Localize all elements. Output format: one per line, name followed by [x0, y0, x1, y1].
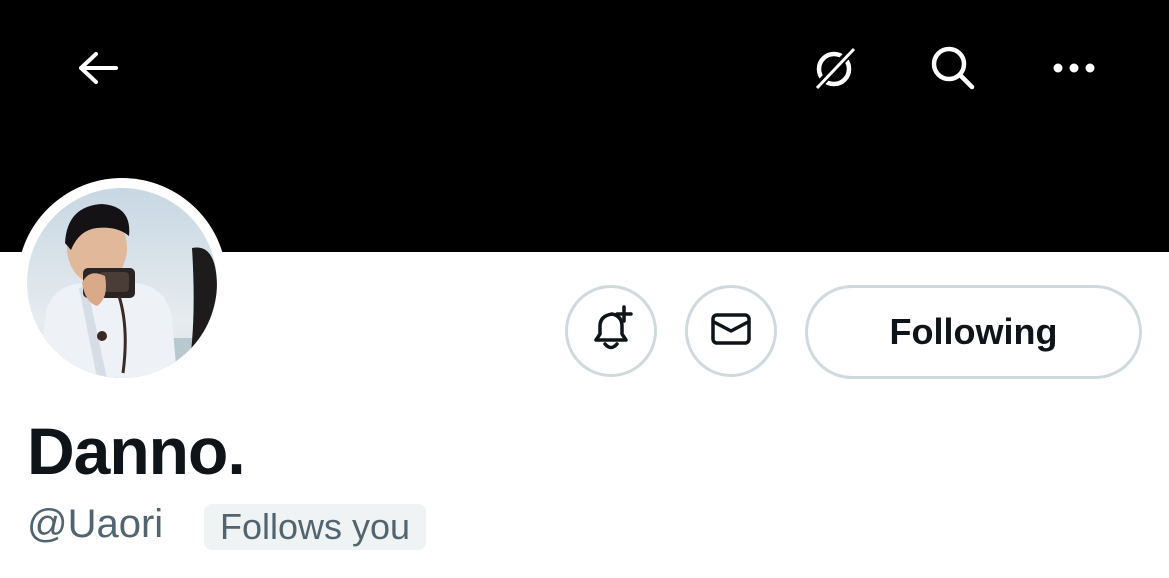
message-button[interactable] [685, 285, 777, 377]
more-icon[interactable] [1038, 32, 1110, 104]
bell-plus-icon [586, 304, 636, 359]
following-button[interactable]: Following [805, 285, 1142, 379]
grok-icon[interactable] [798, 32, 870, 104]
avatar-photo [27, 188, 217, 378]
username-handle: @Uaori [27, 502, 164, 546]
display-name: Danno. [27, 414, 246, 488]
search-icon[interactable] [917, 32, 989, 104]
follows-you-badge: Follows you [204, 504, 427, 550]
envelope-icon [706, 304, 756, 359]
profile-page: Following Danno. @Uaori Follows you [0, 0, 1169, 578]
notify-button[interactable] [565, 285, 657, 377]
back-arrow-icon[interactable] [62, 32, 134, 104]
avatar[interactable] [17, 178, 227, 388]
